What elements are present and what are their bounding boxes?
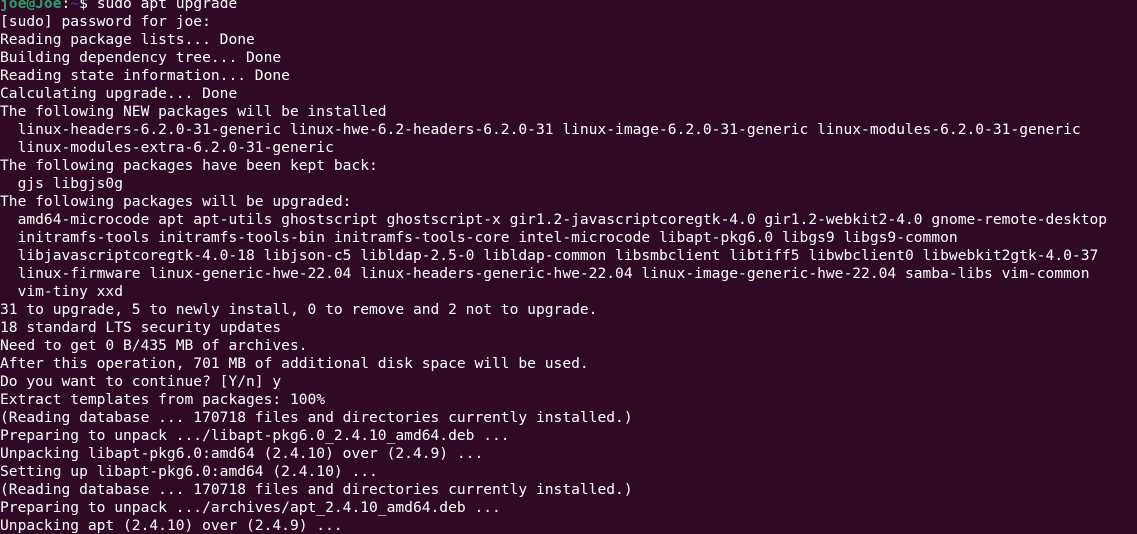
output-line: Calculating upgrade... Done <box>0 85 238 102</box>
output-line: (Reading database ... 170718 files and d… <box>0 481 633 498</box>
output-line: The following packages will be upgraded: <box>0 193 352 210</box>
output-line: Preparing to unpack .../libapt-pkg6.0_2.… <box>0 427 510 444</box>
output-line: Building dependency tree... Done <box>0 49 282 66</box>
output-line: Extract templates from packages: 100% <box>0 391 326 408</box>
output-line: Preparing to unpack .../archives/apt_2.4… <box>0 499 501 516</box>
output-line: 18 standard LTS security updates <box>0 319 282 336</box>
output-line: initramfs-tools initramfs-tools-bin init… <box>0 229 958 246</box>
prompt-line: joe@Joe:~$ sudo apt upgrade <box>0 0 1107 13</box>
prompt-symbol: $ <box>79 0 97 12</box>
output-line: (Reading database ... 170718 files and d… <box>0 409 633 426</box>
output-line: linux-headers-6.2.0-31-generic linux-hwe… <box>0 121 1081 138</box>
output-line: Need to get 0 B/435 MB of archives. <box>0 337 308 354</box>
output-line: Reading package lists... Done <box>0 31 255 48</box>
output-line: libjavascriptcoregtk-4.0-18 libjson-c5 l… <box>0 247 1099 264</box>
output-line: linux-firmware linux-generic-hwe-22.04 l… <box>0 265 1090 282</box>
output-line: 31 to upgrade, 5 to newly install, 0 to … <box>0 301 598 318</box>
output-line: The following NEW packages will be insta… <box>0 103 387 120</box>
output-line: Do you want to continue? [Y/n] y <box>0 373 282 390</box>
output-line: Unpacking libapt-pkg6.0:amd64 (2.4.10) o… <box>0 445 484 462</box>
output-line: Reading state information... Done <box>0 67 290 84</box>
output-line: Unpacking apt (2.4.10) over (2.4.9) ... <box>0 517 343 534</box>
output-line: The following packages have been kept ba… <box>0 157 378 174</box>
prompt-separator: : <box>61 0 71 12</box>
output-line: [sudo] password for joe: <box>0 13 211 30</box>
prompt-path: ~ <box>70 0 80 12</box>
output-line: amd64-microcode apt apt-utils ghostscrip… <box>0 211 1108 228</box>
output-line: linux-modules-extra-6.2.0-31-generic <box>0 139 334 156</box>
terminal-output: joe@Joe:~$ sudo apt upgrade [sudo] passw… <box>0 0 1107 534</box>
prompt-user-host: joe@Joe <box>0 0 62 12</box>
output-line: Setting up libapt-pkg6.0:amd64 (2.4.10) … <box>0 463 378 480</box>
output-line: vim-tiny xxd <box>0 283 124 300</box>
terminal-window[interactable]: joe@Joe:~$ sudo apt upgrade [sudo] passw… <box>0 0 1137 534</box>
output-line: After this operation, 701 MB of addition… <box>0 355 589 372</box>
output-line: gjs libgjs0g <box>0 175 124 192</box>
prompt-command: sudo apt upgrade <box>96 0 238 12</box>
